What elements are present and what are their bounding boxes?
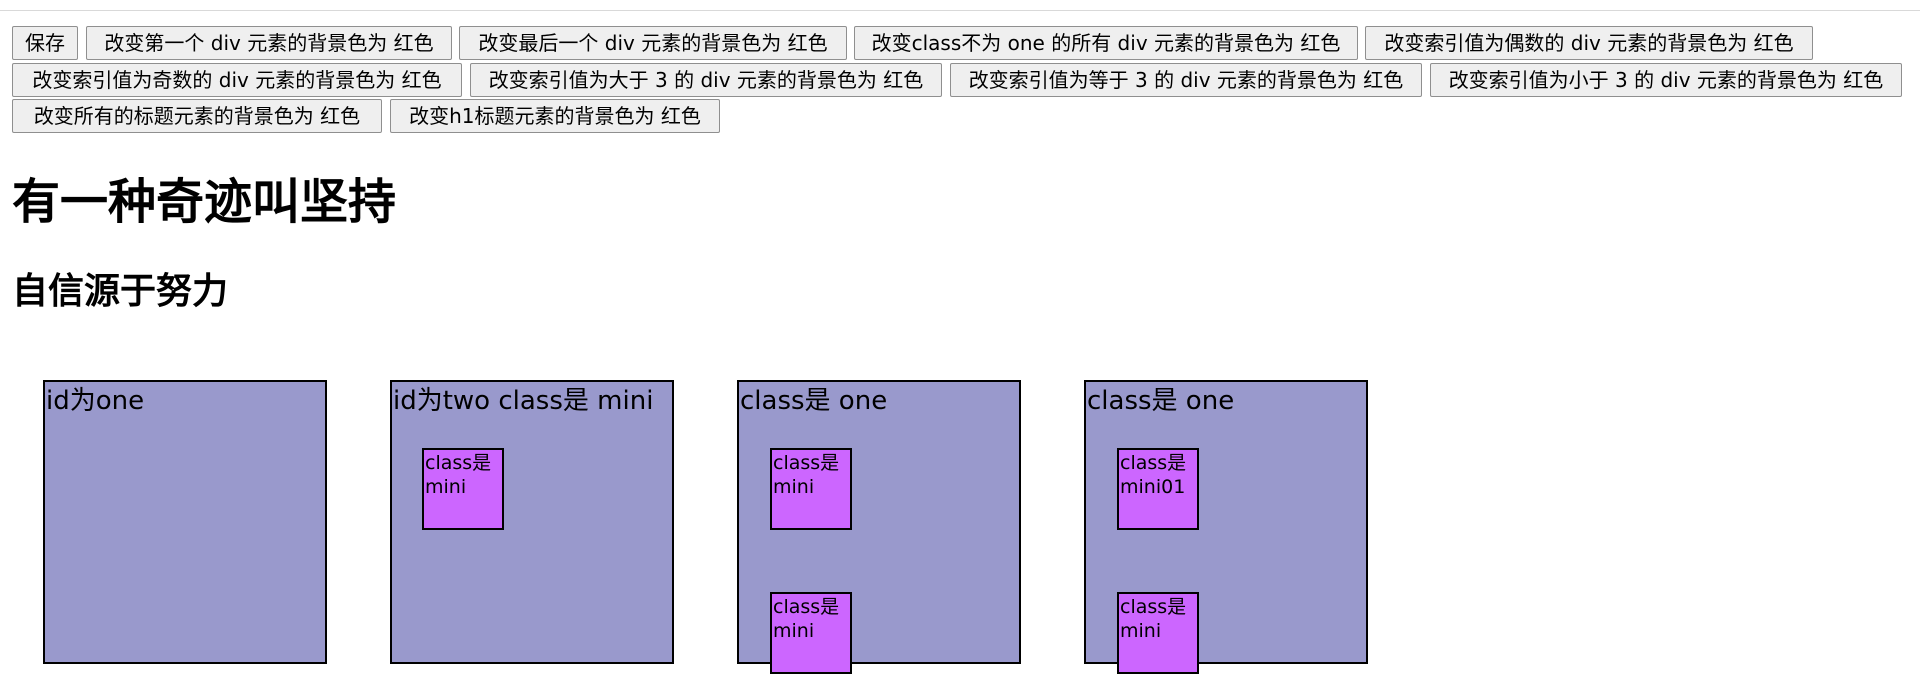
box-label: class是 one	[1087, 386, 1235, 416]
first-div-red-button[interactable]: 改变第一个 div 元素的背景色为 红色	[86, 26, 452, 60]
box-four: class是 one class是 mini01 class是 mini	[1084, 380, 1368, 674]
mini-box: class是 mini	[1117, 592, 1199, 674]
all-headings-red-button[interactable]: 改变所有的标题元素的背景色为 红色	[12, 99, 382, 133]
mini-box-label: class是 mini	[1120, 596, 1187, 642]
mini-box-label: class是 mini01	[1120, 452, 1187, 498]
box-two: id为two class是 mini class是 mini	[390, 380, 674, 664]
page-subtitle: 自信源于努力	[12, 271, 229, 312]
top-divider	[0, 10, 1920, 11]
mini-box: class是 mini	[770, 592, 852, 674]
lt3-index-div-red-button[interactable]: 改变索引值为小于 3 的 div 元素的背景色为 红色	[1430, 63, 1902, 97]
not-one-div-red-button[interactable]: 改变class不为 one 的所有 div 元素的背景色为 红色	[854, 26, 1358, 60]
page-title: 有一种奇迹叫坚持	[12, 174, 397, 230]
mini-box-label: class是 mini	[773, 596, 840, 642]
mini-box-label: class是 mini	[773, 452, 840, 498]
last-div-red-button[interactable]: 改变最后一个 div 元素的背景色为 红色	[459, 26, 847, 60]
mini-box-label: class是 mini	[425, 452, 492, 498]
odd-index-div-red-button[interactable]: 改变索引值为奇数的 div 元素的背景色为 红色	[12, 63, 462, 97]
mini-box: class是 mini	[422, 448, 504, 530]
box-three: class是 one class是 mini class是 mini	[737, 380, 1021, 674]
even-index-div-red-button[interactable]: 改变索引值为偶数的 div 元素的背景色为 红色	[1365, 26, 1813, 60]
box-one: id为one	[43, 380, 327, 664]
box-label: id为two class是 mini	[393, 386, 654, 416]
h1-red-button[interactable]: 改变h1标题元素的背景色为 红色	[390, 99, 720, 133]
box-label: id为one	[46, 386, 145, 416]
mini-box: class是 mini	[770, 448, 852, 530]
mini-box: class是 mini01	[1117, 448, 1199, 530]
save-button[interactable]: 保存	[12, 26, 78, 60]
gt3-index-div-red-button[interactable]: 改变索引值为大于 3 的 div 元素的背景色为 红色	[470, 63, 942, 97]
box-label: class是 one	[740, 386, 888, 416]
eq3-index-div-red-button[interactable]: 改变索引值为等于 3 的 div 元素的背景色为 红色	[950, 63, 1422, 97]
